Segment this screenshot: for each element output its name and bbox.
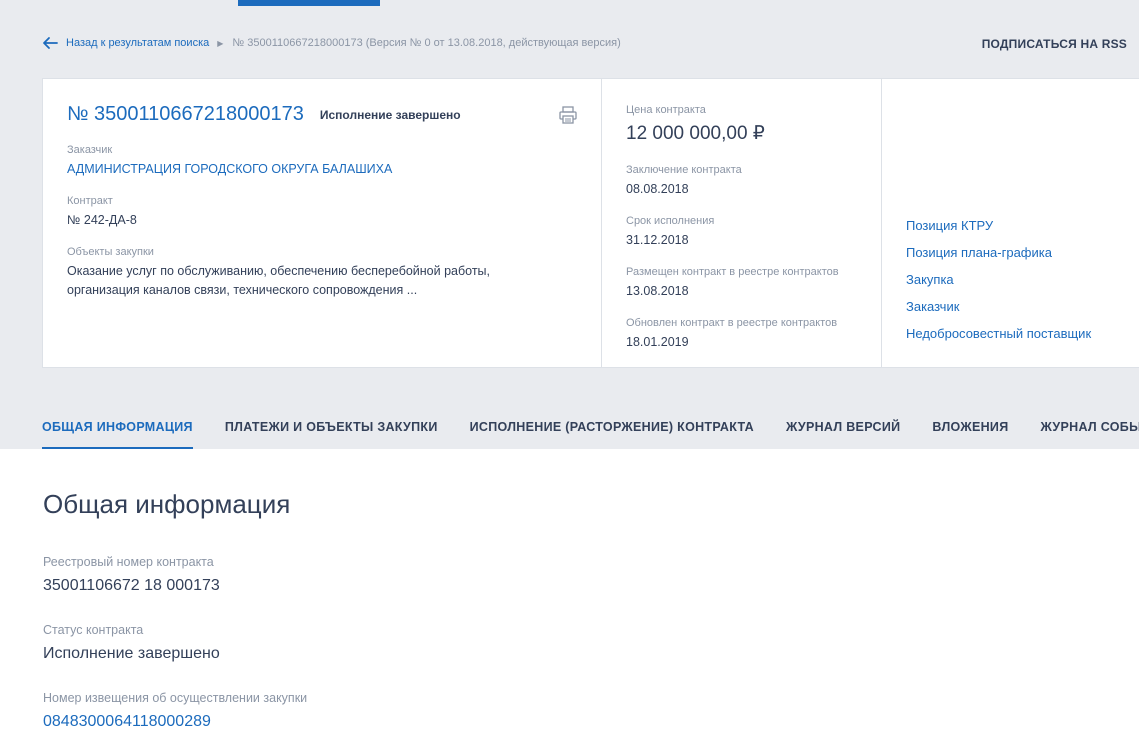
objects-label: Объекты закупки [67, 246, 154, 258]
reg-number-label: Реестровый номер контракта [43, 555, 214, 569]
plan-position-link[interactable]: Позиция плана-графика [906, 245, 1052, 260]
objects-text: Оказание услуг по обслуживанию, обеспече… [67, 262, 567, 300]
notice-number-label: Номер извещения об осуществлении закупки [43, 691, 308, 705]
arrow-left-icon[interactable] [42, 36, 58, 50]
status-label: Статус контракта [43, 623, 144, 637]
customer-link[interactable]: АДМИНИСТРАЦИЯ ГОРОДСКОГО ОКРУГА БАЛАШИХА [67, 162, 392, 176]
placed-date: 13.08.2018 [626, 284, 689, 298]
contract-status: Исполнение завершено [319, 107, 461, 122]
rss-subscribe-link[interactable]: ПОДПИСАТЬСЯ НА RSS [982, 37, 1127, 51]
ktru-position-link[interactable]: Позиция КТРУ [906, 218, 993, 233]
contract-main-column: № 3500110667218000173 Исполнение заверше… [43, 79, 602, 367]
customer-label: Заказчик [67, 144, 113, 156]
price-label: Цена контракта [626, 104, 706, 116]
contract-card: № 3500110667218000173 Исполнение заверше… [42, 78, 1139, 368]
tab-versions-log[interactable]: ЖУРНАЛ ВЕРСИЙ [786, 414, 900, 449]
price-value: 12 000 000,00 ₽ [626, 123, 765, 144]
objects-line: Оказание услуг по обслуживанию, обеспече… [67, 264, 491, 278]
reg-number-value: 35001106672 18 000173 [43, 577, 220, 594]
purchase-link[interactable]: Закупка [906, 272, 954, 287]
contract-heading: № 3500110667218000173 Исполнение заверше… [67, 103, 461, 126]
updated-label: Обновлен контракт в реестре контрактов [626, 317, 838, 329]
objects-line: организация каналов связи, технического … [67, 283, 418, 297]
conclusion-label: Заключение контракта [626, 164, 742, 176]
contract-reg-number: № 3500110667218000173 [67, 103, 304, 125]
updated-date: 18.01.2019 [626, 335, 689, 349]
notice-number-link[interactable]: 0848300064118000289 [43, 713, 211, 731]
breadcrumb-current: № 3500110667218000173 (Версия № 0 от 13.… [232, 37, 621, 49]
term-date: 31.12.2018 [626, 233, 689, 247]
tab-general-info[interactable]: ОБЩАЯ ИНФОРМАЦИЯ [42, 414, 193, 449]
tab-payments[interactable]: ПЛАТЕЖИ И ОБЪЕКТЫ ЗАКУПКИ [225, 414, 438, 449]
unfair-supplier-link[interactable]: Недобросовестный поставщик [906, 326, 1091, 341]
contract-number: № 242-ДА-8 [67, 213, 137, 227]
term-label: Срок исполнения [626, 215, 715, 227]
breadcrumb: Назад к результатам поиска ▶ № 350011066… [42, 34, 621, 52]
contract-details-column: Цена контракта 12 000 000,00 ₽ Заключени… [602, 79, 882, 367]
print-icon[interactable] [558, 105, 578, 125]
placed-label: Размещен контракт в реестре контрактов [626, 266, 839, 278]
customer-side-link[interactable]: Заказчик [906, 299, 959, 314]
status-value: Исполнение завершено [43, 645, 220, 662]
contract-tabs: ОБЩАЯ ИНФОРМАЦИЯ ПЛАТЕЖИ И ОБЪЕКТЫ ЗАКУП… [42, 414, 1139, 449]
tab-attachments[interactable]: ВЛОЖЕНИЯ [932, 414, 1008, 449]
conclusion-date: 08.08.2018 [626, 182, 689, 196]
contract-label: Контракт [67, 195, 113, 207]
related-links-column: Позиция КТРУ Позиция плана-графика Закуп… [882, 79, 1139, 367]
section-title: Общая информация [43, 489, 291, 519]
tab-events-log[interactable]: ЖУРНАЛ СОБЫТИЙ [1041, 414, 1139, 449]
breadcrumb-separator-icon: ▶ [217, 38, 224, 48]
top-tab-indicator [238, 0, 380, 6]
back-to-search-link[interactable]: Назад к результатам поиска [66, 37, 209, 49]
tab-execution[interactable]: ИСПОЛНЕНИЕ (РАСТОРЖЕНИЕ) КОНТРАКТА [470, 414, 754, 449]
